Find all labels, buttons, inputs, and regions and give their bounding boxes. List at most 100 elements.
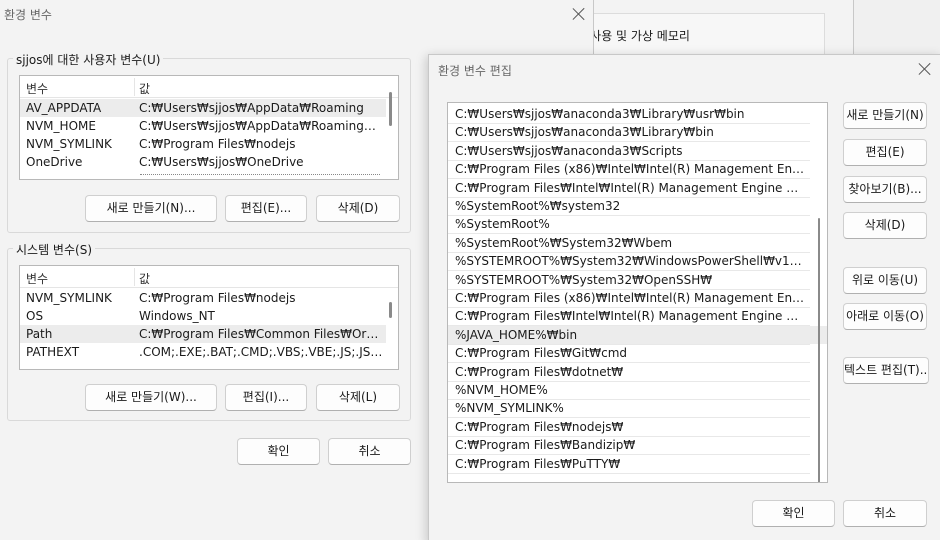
user-variables-list[interactable]: 변수 값 AV_APPDATA C:₩Users₩sjjos₩AppData₩R… — [19, 75, 399, 180]
path-entry-text: %SystemRoot% — [455, 217, 550, 232]
edit-dialog-titlebar: 환경 변수 편집 — [429, 55, 940, 83]
path-entry-text: C:₩Program Files₩Intel₩Intel(R) Manageme… — [455, 180, 805, 195]
var-value: Windows_NT — [139, 309, 215, 323]
path-entries-list[interactable]: C:₩Users₩sjjos₩anaconda3₩Library₩usr₩bin… — [447, 102, 828, 483]
path-entry-row[interactable]: %SystemRoot% — [448, 215, 827, 233]
path-entry-row[interactable]: C:₩Users₩sjjos₩anaconda3₩Scripts — [448, 142, 827, 160]
edit-edit-button[interactable]: 편집(E) — [843, 139, 927, 166]
var-name: Path — [26, 327, 53, 341]
path-entry-row[interactable]: C:₩Program Files₩dotnet₩ — [448, 363, 827, 381]
user-edit-button[interactable]: 편집(E)... — [225, 195, 307, 222]
user-col-value-header[interactable]: 값 — [139, 80, 150, 97]
user-var-row[interactable]: NVM_SYMLINK C:₩Program Files₩nodejs — [20, 135, 386, 153]
var-name: OS — [26, 309, 44, 323]
user-list-header: 변수 값 — [20, 76, 398, 98]
env-dialog-titlebar: 환경 변수 — [0, 0, 593, 27]
edit-env-variable-dialog: 환경 변수 편집 C:₩Users₩sjjos₩anaconda3₩Librar… — [428, 54, 940, 540]
virtual-memory-text: l 사용 및 가상 메모리 — [583, 29, 690, 43]
system-list-scrollbar[interactable] — [389, 302, 392, 318]
edit-dialog-title: 환경 변수 편집 — [438, 64, 512, 78]
path-entry-text: %SYSTEMROOT%₩System32₩WindowsPowerShell₩… — [455, 254, 805, 269]
path-entry-row[interactable]: C:₩Users₩sjjos₩anaconda3₩Library₩usr₩bin — [448, 105, 827, 123]
var-name: NVM_SYMLINK — [26, 137, 112, 151]
path-entry-row[interactable]: C:₩Program Files (x86)₩Intel₩Intel(R) Ma… — [448, 289, 827, 307]
row-divider — [448, 472, 810, 474]
path-entry-row[interactable]: C:₩Program Files₩PuTTY₩ — [448, 455, 827, 473]
edit-ok-button[interactable]: 확인 — [752, 500, 835, 527]
path-entry-row[interactable]: %SYSTEMROOT%₩System32₩OpenSSH₩ — [448, 271, 827, 289]
edit-new-button[interactable]: 새로 만들기(N) — [843, 102, 927, 129]
path-entry-row[interactable]: %SystemRoot%₩system32 — [448, 197, 827, 215]
column-divider[interactable] — [134, 268, 135, 286]
path-entry-row[interactable]: C:₩Program Files₩Intel₩Intel(R) Manageme… — [448, 307, 827, 325]
var-value: C:₩Program Files₩nodejs — [139, 137, 296, 151]
system-var-row[interactable]: Path C:₩Program Files₩Common Files₩Oracl… — [20, 325, 386, 343]
user-list-scrollbar[interactable] — [389, 92, 392, 126]
path-entry-row[interactable]: C:₩Program Files (x86)₩Intel₩Intel(R) Ma… — [448, 160, 827, 178]
edit-cancel-button[interactable]: 취소 — [843, 500, 927, 527]
var-name: AV_APPDATA — [26, 101, 102, 115]
env-dialog-close-icon[interactable] — [572, 7, 586, 21]
move-down-button[interactable]: 아래로 이동(O) — [843, 303, 927, 330]
path-entry-text: C:₩Program Files₩Intel₩Intel(R) Manageme… — [455, 309, 805, 324]
path-entry-text: C:₩Users₩sjjos₩anaconda3₩Library₩bin — [455, 125, 714, 140]
user-var-row[interactable]: NVM_HOME C:₩Users₩sjjos₩AppData₩Roaming₩… — [20, 117, 386, 135]
path-entry-text: C:₩Program Files₩Git₩cmd — [455, 346, 628, 361]
path-entry-row[interactable]: %SystemRoot%₩System32₩Wbem — [448, 234, 827, 252]
column-divider[interactable] — [134, 78, 135, 96]
env-ok-button[interactable]: 확인 — [237, 438, 320, 465]
path-entry-row[interactable]: %NVM_SYMLINK% — [448, 399, 827, 417]
path-entry-row[interactable]: C:₩Program Files₩nodejs₩ — [448, 418, 827, 436]
user-variables-label: sjjos에 대한 사용자 변수(U) — [13, 51, 164, 68]
var-value: .COM;.EXE;.BAT;.CMD;.VBS;.VBE;.JS;.JSE;.… — [139, 345, 384, 359]
path-entry-row[interactable]: %JAVA_HOME%₩bin — [448, 325, 827, 345]
var-value: C:₩Users₩sjjos₩OneDrive — [139, 155, 304, 169]
edit-dialog-close-icon[interactable] — [918, 62, 932, 76]
system-col-name-header[interactable]: 변수 — [26, 270, 48, 287]
path-entry-row[interactable]: %NVM_HOME% — [448, 381, 827, 399]
path-entry-text: %SystemRoot%₩System32₩Wbem — [455, 235, 673, 250]
move-up-button[interactable]: 위로 이동(U) — [843, 267, 927, 294]
var-value: C:₩Program Files₩Common Files₩Oracle₩... — [139, 327, 384, 341]
edit-delete-button[interactable]: 삭제(D) — [843, 212, 927, 239]
system-new-button[interactable]: 새로 만들기(W)... — [85, 384, 217, 411]
var-value: C:₩Users₩sjjos₩AppData₩Roaming₩nvm — [139, 119, 384, 133]
system-variables-list[interactable]: 변수 값 NVM_SYMLINK C:₩Program Files₩nodejs… — [19, 265, 399, 370]
path-entry-text: C:₩Program Files₩nodejs₩ — [455, 419, 624, 434]
path-entry-row[interactable]: C:₩Program Files₩Bandizip₩ — [448, 436, 827, 454]
path-entry-text: %JAVA_HOME%₩bin — [455, 327, 578, 342]
var-value: C:₩Program Files₩nodejs — [139, 291, 296, 305]
var-name: NVM_HOME — [26, 119, 96, 133]
path-list-scrollbar[interactable] — [818, 218, 820, 482]
system-col-value-header[interactable]: 값 — [139, 270, 150, 287]
env-cancel-button[interactable]: 취소 — [328, 438, 411, 465]
path-entry-text: C:₩Program Files₩Bandizip₩ — [455, 438, 636, 453]
edit-text-button[interactable]: 텍스트 편집(T)... — [843, 357, 929, 384]
system-edit-button[interactable]: 편집(I)... — [225, 384, 307, 411]
path-entry-text: %SYSTEMROOT%₩System32₩OpenSSH₩ — [455, 272, 713, 287]
user-var-row[interactable]: AV_APPDATA C:₩Users₩sjjos₩AppData₩Roamin… — [20, 99, 386, 117]
path-entry-text: %NVM_SYMLINK% — [455, 401, 564, 416]
var-name: PATHEXT — [26, 345, 80, 359]
system-variables-label: 시스템 변수(S) — [13, 241, 95, 258]
path-entry-row[interactable]: %SYSTEMROOT%₩System32₩WindowsPowerShell₩… — [448, 252, 827, 270]
env-dialog-title: 환경 변수 — [4, 8, 52, 22]
user-col-name-header[interactable]: 변수 — [26, 80, 48, 97]
path-entry-row[interactable]: C:₩Program Files₩Git₩cmd — [448, 344, 827, 362]
system-var-row[interactable]: NVM_SYMLINK C:₩Program Files₩nodejs — [20, 289, 386, 307]
system-list-header: 변수 값 — [20, 266, 398, 288]
path-entry-text: C:₩Program Files (x86)₩Intel₩Intel(R) Ma… — [455, 291, 805, 305]
path-entry-text: %SystemRoot%₩system32 — [455, 199, 621, 213]
user-var-row[interactable]: OneDrive C:₩Users₩sjjos₩OneDrive — [20, 153, 386, 171]
user-new-button[interactable]: 새로 만들기(N)... — [85, 195, 217, 222]
var-name: OneDrive — [26, 155, 83, 169]
edit-browse-button[interactable]: 찾아보기(B)... — [843, 176, 927, 203]
system-var-row[interactable]: OS Windows_NT — [20, 307, 386, 325]
system-delete-button[interactable]: 삭제(L) — [316, 384, 400, 411]
user-delete-button[interactable]: 삭제(D) — [316, 195, 400, 222]
system-var-row[interactable]: PATHEXT .COM;.EXE;.BAT;.CMD;.VBS;.VBE;.J… — [20, 343, 386, 361]
path-entry-text: C:₩Users₩sjjos₩anaconda3₩Library₩usr₩bin — [455, 107, 745, 121]
path-entry-row[interactable]: C:₩Users₩sjjos₩anaconda3₩Library₩bin — [448, 123, 827, 141]
path-entry-row[interactable]: C:₩Program Files₩Intel₩Intel(R) Manageme… — [448, 179, 827, 197]
path-entry-text: C:₩Users₩sjjos₩anaconda3₩Scripts — [455, 143, 683, 158]
